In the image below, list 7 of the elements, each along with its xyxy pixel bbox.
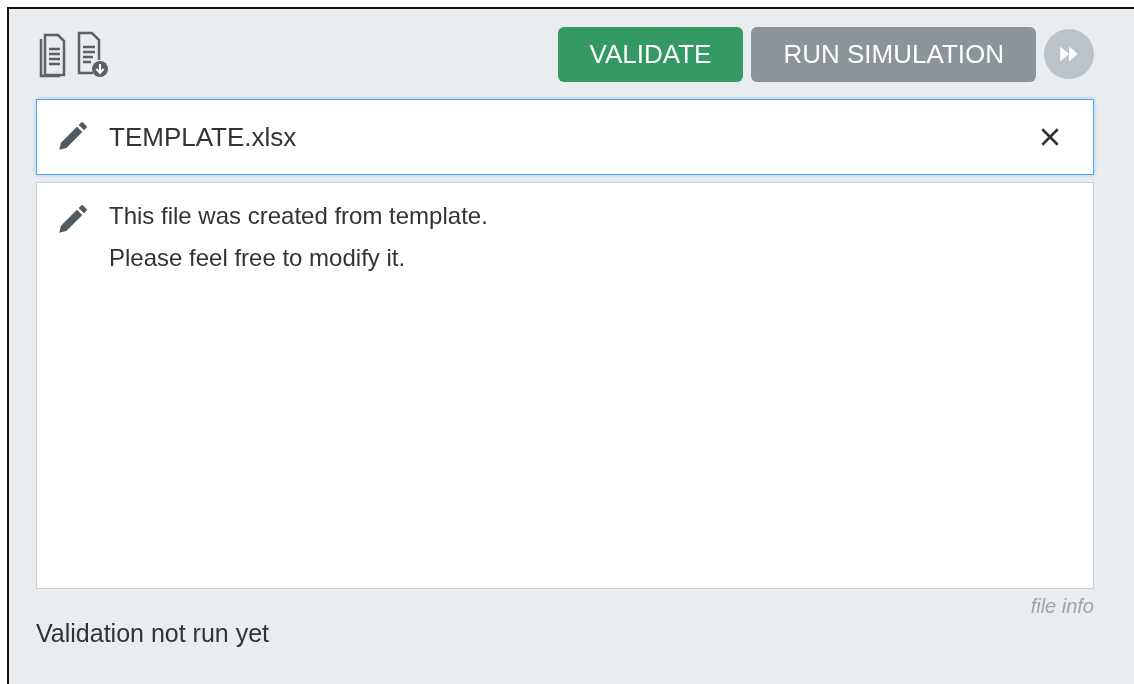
file-name-field[interactable]: TEMPLATE.xlsx xyxy=(36,99,1094,175)
file-info-label: file info xyxy=(1029,595,1094,619)
validate-button[interactable]: VALIDATE xyxy=(557,26,744,82)
close-icon[interactable] xyxy=(1039,126,1061,148)
document-download-icon[interactable] xyxy=(76,29,110,79)
description-field[interactable]: This file was created from template. Please feel free to modify it. xyxy=(36,182,1094,589)
validation-status: Validation not run yet xyxy=(36,619,271,648)
